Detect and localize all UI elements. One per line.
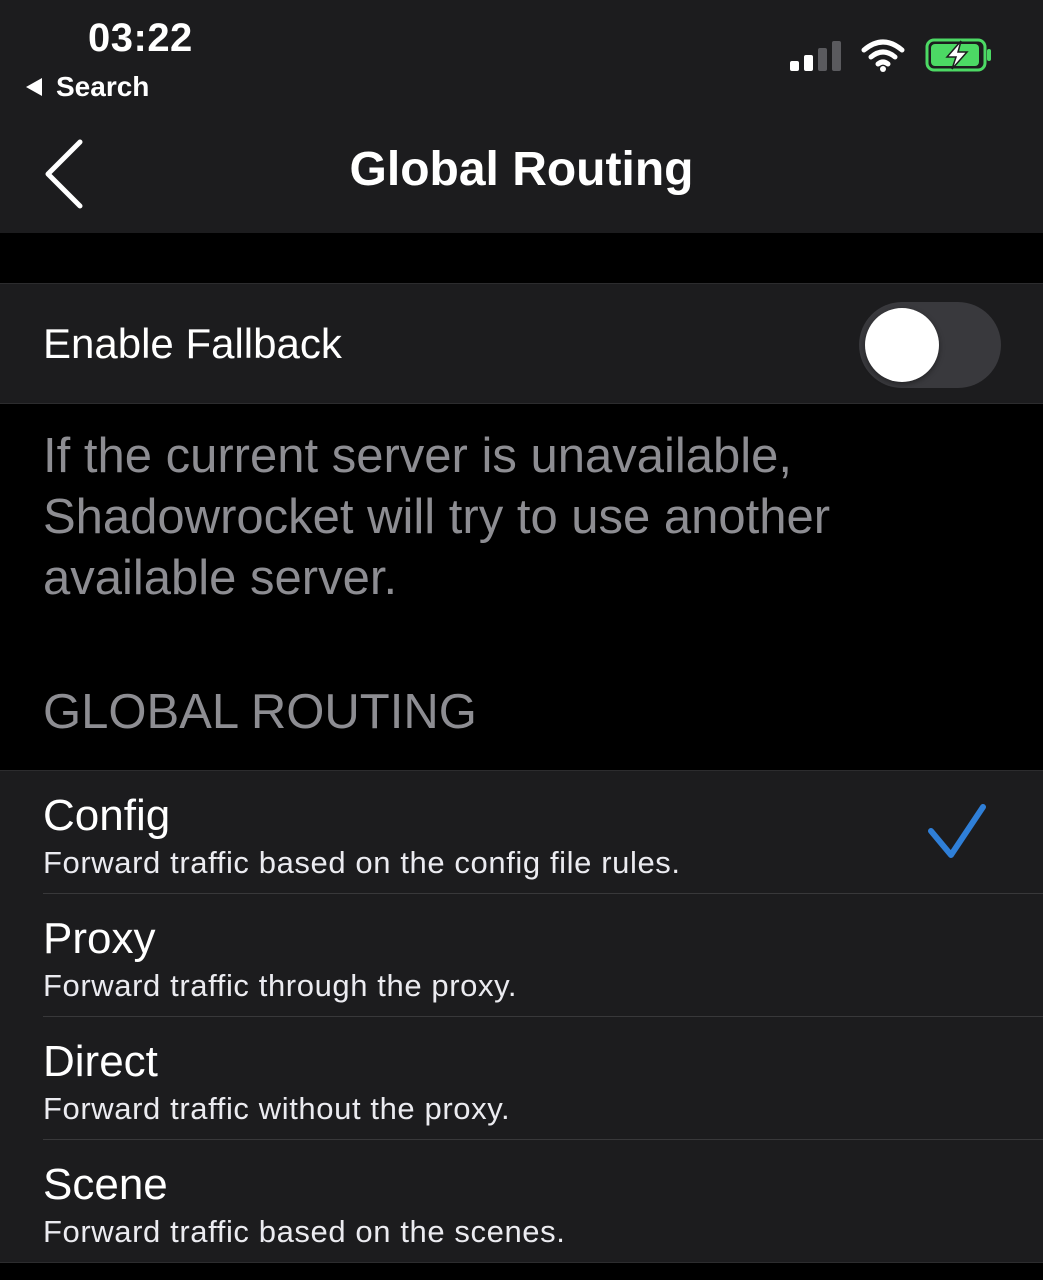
- return-to-search-link[interactable]: Search: [26, 70, 149, 104]
- signal-icon: [790, 39, 841, 71]
- routing-option-proxy[interactable]: Proxy Forward traffic through the proxy.: [43, 893, 1043, 1016]
- page-title: Global Routing: [349, 143, 694, 196]
- status-icons: [790, 38, 993, 72]
- status-time: 03:22: [88, 16, 193, 60]
- global-routing-section-header: GLOBAL ROUTING: [43, 685, 477, 739]
- option-description: Forward traffic without the proxy.: [43, 1091, 511, 1126]
- enable-fallback-row: Enable Fallback: [0, 283, 1043, 404]
- back-triangle-icon: [26, 78, 42, 96]
- routing-option-config[interactable]: Config Forward traffic based on the conf…: [0, 771, 1043, 893]
- option-title: Scene: [43, 1160, 168, 1209]
- routing-options-list: Config Forward traffic based on the conf…: [0, 770, 1043, 1263]
- option-title: Direct: [43, 1037, 158, 1086]
- option-description: Forward traffic based on the config file…: [43, 845, 681, 880]
- toggle-knob: [865, 308, 939, 382]
- option-description: Forward traffic through the proxy.: [43, 968, 518, 1003]
- option-title: Proxy: [43, 914, 156, 963]
- routing-option-scene[interactable]: Scene Forward traffic based on the scene…: [43, 1139, 1043, 1262]
- option-title: Config: [43, 791, 171, 840]
- routing-option-direct[interactable]: Direct Forward traffic without the proxy…: [43, 1016, 1043, 1139]
- wifi-icon: [861, 39, 905, 72]
- enable-fallback-label: Enable Fallback: [43, 320, 342, 367]
- return-app-label: Search: [56, 71, 150, 102]
- option-description: Forward traffic based on the scenes.: [43, 1214, 566, 1249]
- battery-charging-icon: [925, 38, 991, 72]
- checkmark-icon: [928, 804, 986, 858]
- enable-fallback-toggle[interactable]: [859, 302, 1001, 388]
- navigation-header: 03:22 Search Global Routing: [0, 0, 1043, 233]
- fallback-footer-note: If the current server is unavailable, Sh…: [43, 429, 831, 605]
